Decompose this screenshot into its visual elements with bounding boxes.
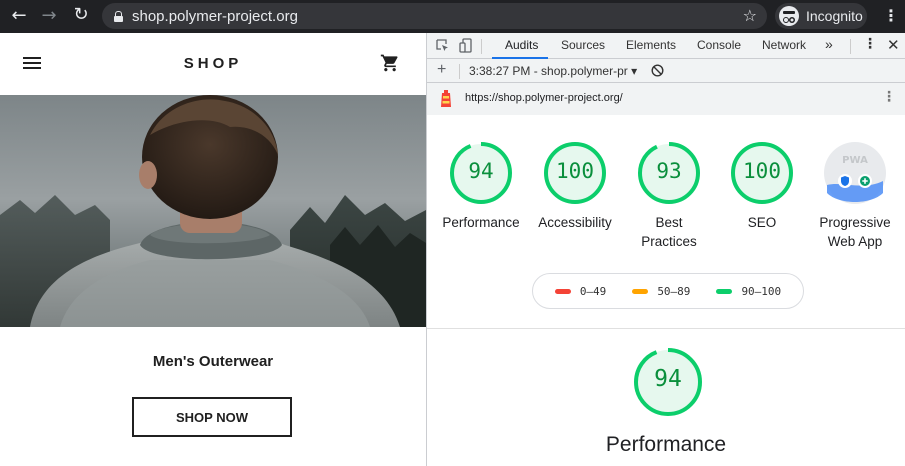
back-icon[interactable]: ← <box>4 5 34 26</box>
performance-section-gauge: 94 <box>633 347 703 417</box>
tab-network[interactable]: Network <box>762 38 806 52</box>
legend-item-fail: 0–49 <box>554 284 607 298</box>
gauge-label-line: Practices <box>641 234 697 249</box>
legend-swatch-orange <box>632 288 649 294</box>
devtools-tabbar: Audits Sources Elements Console Network … <box>427 33 905 59</box>
category-title: Men's Outerwear <box>152 353 274 370</box>
legend-range: 0–49 <box>579 284 607 298</box>
gauge-score: 93 <box>656 159 682 183</box>
legend-swatch-green <box>716 288 733 294</box>
report-menu-icon[interactable]: ⋮ <box>882 89 896 105</box>
incognito-badge[interactable]: Incognito <box>775 3 867 29</box>
toolbar-separator <box>481 39 482 54</box>
address-bar[interactable]: shop.polymer-project.org ☆ <box>102 3 767 29</box>
tab-audits[interactable]: Audits <box>505 38 538 52</box>
pwa-badge-icon: PWA <box>824 142 886 204</box>
performance-section-title: Performance <box>605 433 727 456</box>
reload-icon[interactable]: ↻ <box>66 4 96 25</box>
device-toolbar-icon[interactable] <box>459 38 473 53</box>
gauge-score: 94 <box>468 159 494 183</box>
lock-icon[interactable] <box>114 10 123 22</box>
devtools-panel: Audits Sources Elements Console Network … <box>427 33 905 466</box>
gauge-label: SEO <box>747 215 777 230</box>
hero-illustration <box>0 95 426 327</box>
gauge-best-practices[interactable]: 93 Best Practices <box>637 141 701 249</box>
star-icon[interactable]: ☆ <box>743 6 757 25</box>
gauge-score: 100 <box>556 159 594 183</box>
hero-image[interactable] <box>0 95 426 327</box>
gauge-performance[interactable]: 94 Performance <box>442 141 520 230</box>
shop-title[interactable]: SHOP <box>0 55 426 72</box>
clear-icon[interactable] <box>651 64 664 77</box>
legend-swatch-red <box>554 288 571 294</box>
legend-item-pass: 90–100 <box>716 285 781 298</box>
shop-header: SHOP <box>0 33 426 95</box>
incognito-icon <box>779 6 799 26</box>
shop-now-button[interactable]: SHOP NOW <box>132 397 292 437</box>
new-audit-icon[interactable]: + <box>437 61 446 79</box>
tab-elements[interactable]: Elements <box>626 38 676 52</box>
gauge-label-line: Progressive <box>819 215 891 230</box>
gauge-label-line: Web App <box>827 234 883 249</box>
toolbar-separator <box>850 39 851 54</box>
more-tabs-button[interactable]: » <box>825 36 833 52</box>
performance-section-score: 94 <box>654 366 682 392</box>
inspect-element-icon[interactable] <box>436 39 450 53</box>
audits-toolbar: + 3:38:27 PM - shop.polymer-pr ▾ <box>427 59 905 83</box>
toolbar-separator <box>459 64 460 79</box>
legend-item-average: 50–89 <box>632 285 690 298</box>
pwa-badge-text: PWA <box>842 155 868 166</box>
gauge-pwa[interactable]: PWA Progressive Web App <box>819 141 891 249</box>
devtools-menu-icon[interactable]: ⋮ <box>863 36 877 52</box>
lighthouse-logo-icon <box>441 90 451 107</box>
section-divider <box>427 328 905 329</box>
kebab-icon[interactable]: ⋮ <box>883 6 899 25</box>
forward-icon[interactable]: → <box>34 5 64 26</box>
gauge-label: Accessibility <box>538 215 612 230</box>
browser-toolbar: ← → ↻ shop.polymer-project.org ☆ Incogni… <box>0 0 905 33</box>
report-selector[interactable]: 3:38:27 PM - shop.polymer-pr ▾ <box>469 64 637 78</box>
gauge-seo[interactable]: 100 SEO <box>730 141 794 230</box>
gauge-label-line: Best <box>655 215 683 230</box>
score-legend: 0–49 50–89 90–100 <box>532 273 804 309</box>
url-text[interactable]: shop.polymer-project.org <box>132 8 298 25</box>
incognito-label: Incognito <box>806 8 863 24</box>
legend-range: 90–100 <box>741 284 782 298</box>
tab-sources[interactable]: Sources <box>561 38 605 52</box>
report-url-bar: https://shop.polymer-project.org/ ⋮ <box>427 83 905 115</box>
shop-page: SHOP Men's Outerwear SHOP NOW <box>0 33 426 466</box>
gauge-score: 100 <box>743 159 781 183</box>
cart-icon[interactable] <box>380 53 400 73</box>
close-icon[interactable]: ✕ <box>887 36 900 54</box>
tab-console[interactable]: Console <box>697 38 741 52</box>
legend-range: 50–89 <box>657 284 691 298</box>
gauge-label: Performance <box>442 215 520 230</box>
gauge-accessibility[interactable]: 100 Accessibility <box>538 141 612 230</box>
gauge-label: Progressive Web App <box>805 213 905 251</box>
gauge-label: Best Practices <box>619 213 719 251</box>
report-url[interactable]: https://shop.polymer-project.org/ <box>465 92 623 104</box>
